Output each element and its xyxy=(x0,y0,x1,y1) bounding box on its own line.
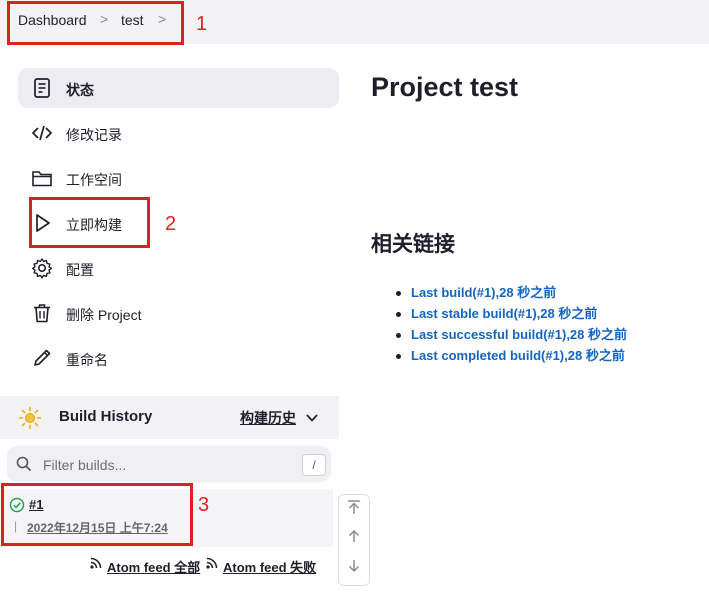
sidebar-item-label: 重命名 xyxy=(66,352,108,368)
build-trend-link[interactable]: 构建历史 xyxy=(240,408,296,428)
folder-icon xyxy=(32,171,52,187)
sidebar-item-rename[interactable]: 重命名 xyxy=(18,338,339,378)
annotation-number-3: 3 xyxy=(198,494,210,516)
annotation-box-3 xyxy=(1,483,193,546)
chevron-down-icon[interactable] xyxy=(305,412,319,424)
sun-weather-icon xyxy=(18,406,42,430)
annotation-box-2 xyxy=(29,197,150,248)
sidebar-item-workspace[interactable]: 工作空间 xyxy=(18,158,339,198)
build-history-header: Build History 构建历史 xyxy=(0,396,339,439)
search-icon xyxy=(16,456,32,472)
gear-icon xyxy=(31,258,53,279)
atom-feed-failed-link[interactable]: Atom feed 失败 xyxy=(223,557,316,576)
arrow-down-icon xyxy=(348,560,360,573)
rss-icon xyxy=(90,557,102,569)
atom-feed-all-link[interactable]: Atom feed 全部 xyxy=(107,557,200,576)
arrow-to-top-icon xyxy=(348,500,360,514)
related-links-list: Last build(#1),28 秒之前 Last stable build(… xyxy=(395,285,627,369)
annotation-number-1: 1 xyxy=(196,13,208,35)
code-icon xyxy=(31,125,53,141)
page-down-button[interactable] xyxy=(344,557,364,581)
filter-builds: / xyxy=(7,446,331,482)
build-pagination xyxy=(338,494,370,586)
keyboard-shortcut-badge: / xyxy=(302,454,326,476)
sidebar-item-label: 状态 xyxy=(66,82,94,98)
link-last-completed-build[interactable]: Last completed build(#1),28 秒之前 xyxy=(395,348,627,369)
arrow-up-icon xyxy=(348,529,360,542)
page-title: Project test xyxy=(371,72,519,102)
rss-icon xyxy=(206,557,218,569)
document-icon xyxy=(34,78,50,98)
sidebar-item-configure[interactable]: 配置 xyxy=(18,248,339,288)
sidebar-item-status[interactable]: 状态 xyxy=(18,68,339,108)
trash-icon xyxy=(34,304,50,323)
sidebar-item-label: 配置 xyxy=(66,262,94,278)
annotation-number-2: 2 xyxy=(165,213,177,235)
link-last-stable-build[interactable]: Last stable build(#1),28 秒之前 xyxy=(395,306,627,327)
filter-builds-input[interactable] xyxy=(41,454,295,476)
page-up-button[interactable] xyxy=(344,527,364,551)
related-links-title: 相关链接 xyxy=(371,233,455,256)
sidebar-item-delete-project[interactable]: 删除 Project xyxy=(18,293,339,333)
sidebar-item-changes[interactable]: 修改记录 xyxy=(18,113,339,153)
link-last-build[interactable]: Last build(#1),28 秒之前 xyxy=(395,285,627,306)
build-history-title: Build History xyxy=(59,408,153,425)
sidebar-item-label: 删除 Project xyxy=(66,307,142,323)
annotation-box-1 xyxy=(7,1,184,45)
sidebar-item-label: 工作空间 xyxy=(66,172,122,188)
link-last-successful-build[interactable]: Last successful build(#1),28 秒之前 xyxy=(395,327,627,348)
sidebar-item-label: 修改记录 xyxy=(66,127,122,143)
page-first-button[interactable] xyxy=(344,498,364,522)
pencil-icon xyxy=(34,349,51,366)
